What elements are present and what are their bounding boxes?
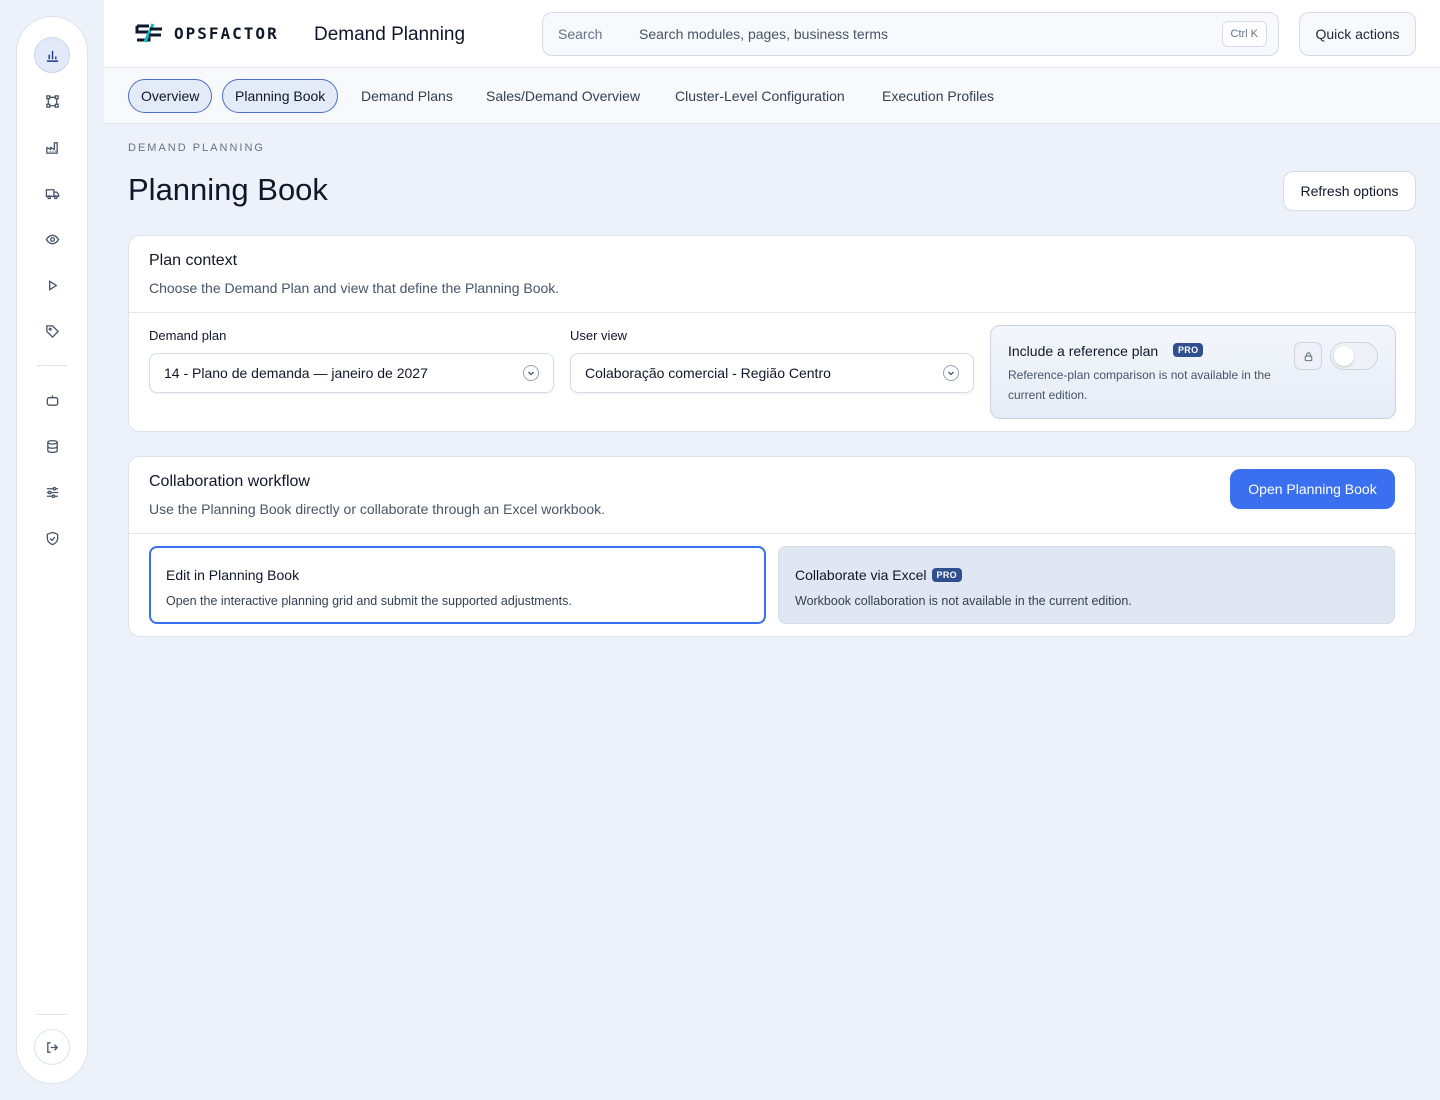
option-description: Workbook collaboration is not available … [795,594,1132,608]
tab-cluster-level-configuration[interactable]: Cluster-Level Configuration [663,79,857,113]
tab-planning-book[interactable]: Planning Book [222,79,339,113]
reference-plan-title: Include a reference plan [1008,343,1159,359]
lock-icon [1294,342,1322,370]
opsfactor-logo-icon [135,23,162,43]
top-header: OPSFACTOR Demand Planning Search Ctrl K … [104,0,1440,68]
plan-context-card: Plan context Choose the Demand Plan and … [128,235,1416,432]
user-view-value: Colaboração comercial - Região Centro [585,365,831,381]
option-description: Open the interactive planning grid and s… [166,594,572,608]
side-rail [16,16,88,1084]
tab-sales-demand-overview[interactable]: Sales/Demand Overview [474,79,652,113]
logout-icon[interactable] [34,1029,70,1065]
plan-context-subtitle: Choose the Demand Plan and view that def… [149,280,560,296]
pro-badge: PRO [1173,343,1204,357]
reference-plan-note: Reference-plan comparison is not availab… [1008,368,1271,402]
user-view-label: User view [570,328,628,343]
rail-divider [37,1014,67,1015]
tab-demand-plans[interactable]: Demand Plans [349,79,465,113]
truck-icon[interactable] [34,175,70,211]
collaboration-title: Collaboration workflow [149,473,310,490]
robot-icon[interactable] [34,382,70,418]
search-input[interactable] [639,26,1222,42]
collaboration-workflow-card: Collaboration workflow Use the Planning … [128,456,1416,637]
breadcrumb: DEMAND PLANNING [128,142,265,154]
card-divider [129,312,1415,313]
user-view-select[interactable]: Colaboração comercial - Região Centro [570,353,974,393]
collaborate-via-excel-option: Collaborate via Excel PRO Workbook colla… [778,546,1395,624]
search-shortcut: Ctrl K [1221,21,1267,47]
factory-icon[interactable] [34,129,70,165]
quick-actions-button[interactable]: Quick actions [1299,12,1416,56]
global-search[interactable]: Search Ctrl K [542,12,1279,56]
option-title: Collaborate via Excel [795,567,927,583]
tag-icon[interactable] [34,313,70,349]
card-divider [129,533,1415,534]
search-label: Search [558,26,603,42]
demand-plan-select[interactable]: 14 - Plano de demanda — janeiro de 2027 [149,353,554,393]
edit-in-planning-book-option[interactable]: Edit in Planning Book Open the interacti… [149,546,766,624]
plan-context-title: Plan context [149,252,238,269]
demand-plan-value: 14 - Plano de demanda — janeiro de 2027 [164,365,428,381]
eye-icon[interactable] [34,221,70,257]
workflow-icon[interactable] [34,83,70,119]
tab-overview[interactable]: Overview [128,79,213,113]
option-title-row: Collaborate via Excel PRO [795,567,962,583]
reference-plan-panel: Include a reference plan PRO Reference-p… [990,325,1396,419]
demand-plan-label: Demand plan [149,328,227,343]
brand[interactable]: OPSFACTOR [134,20,279,46]
page-title: Planning Book [128,172,328,207]
chart-bar-icon[interactable] [34,37,70,73]
database-icon[interactable] [34,428,70,464]
option-title: Edit in Planning Book [166,567,300,583]
tab-execution-profiles[interactable]: Execution Profiles [870,79,1006,113]
app-title: Demand Planning [314,24,466,45]
open-planning-book-button[interactable]: Open Planning Book [1230,469,1395,509]
collaboration-subtitle: Use the Planning Book directly or collab… [149,501,606,517]
reference-plan-toggle[interactable] [1330,342,1378,370]
rail-divider [37,365,67,366]
shield-check-icon[interactable] [34,520,70,556]
sliders-icon[interactable] [34,474,70,510]
brand-name: OPSFACTOR [174,23,279,43]
module-tabs: Overview Planning Book Demand Plans Sale… [104,68,1440,124]
chevron-down-icon [943,365,959,381]
toggle-knob [1334,346,1354,366]
play-icon[interactable] [34,267,70,303]
chevron-down-icon [523,365,539,381]
pro-badge: PRO [931,568,962,582]
refresh-options-button[interactable]: Refresh options [1283,171,1416,211]
